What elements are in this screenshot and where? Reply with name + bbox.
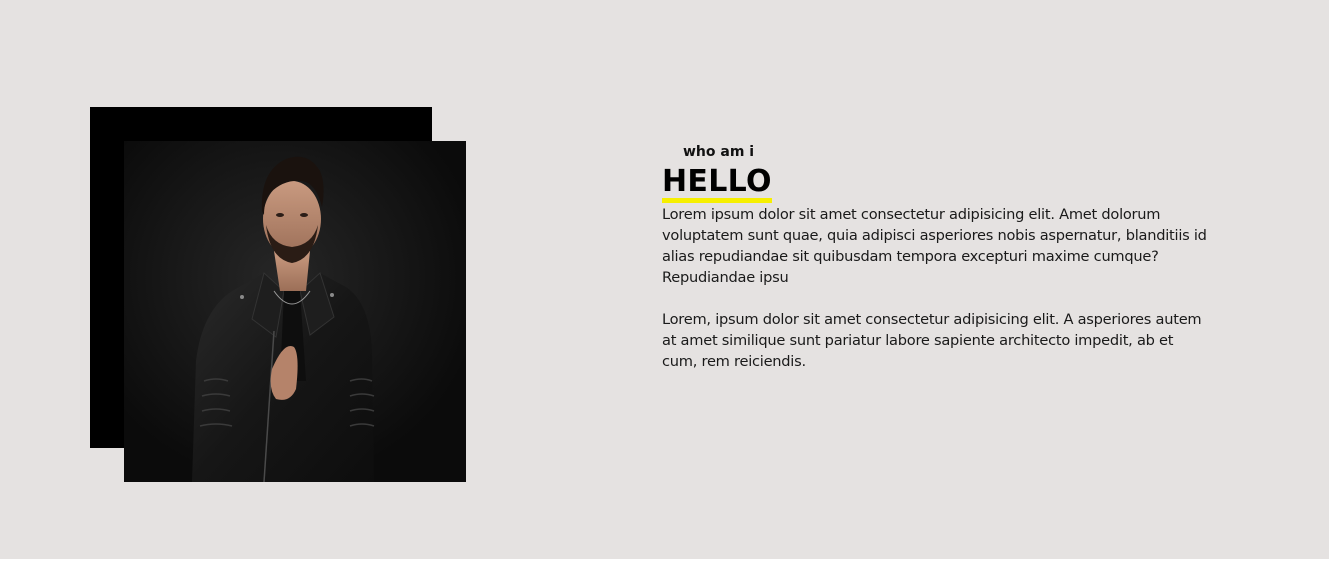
about-text-block: who am i HELLO Lorem ipsum dolor sit ame… <box>662 142 1212 372</box>
about-paragraph: Lorem, ipsum dolor sit amet consectetur … <box>662 311 1202 370</box>
section-eyebrow: who am i <box>683 144 755 160</box>
about-paragraph: Lorem ipsum dolor sit amet consectetur a… <box>662 206 1207 286</box>
section-title: HELLO <box>662 166 772 203</box>
about-section: who am i HELLO Lorem ipsum dolor sit ame… <box>0 0 1329 559</box>
portrait-image <box>124 141 466 482</box>
